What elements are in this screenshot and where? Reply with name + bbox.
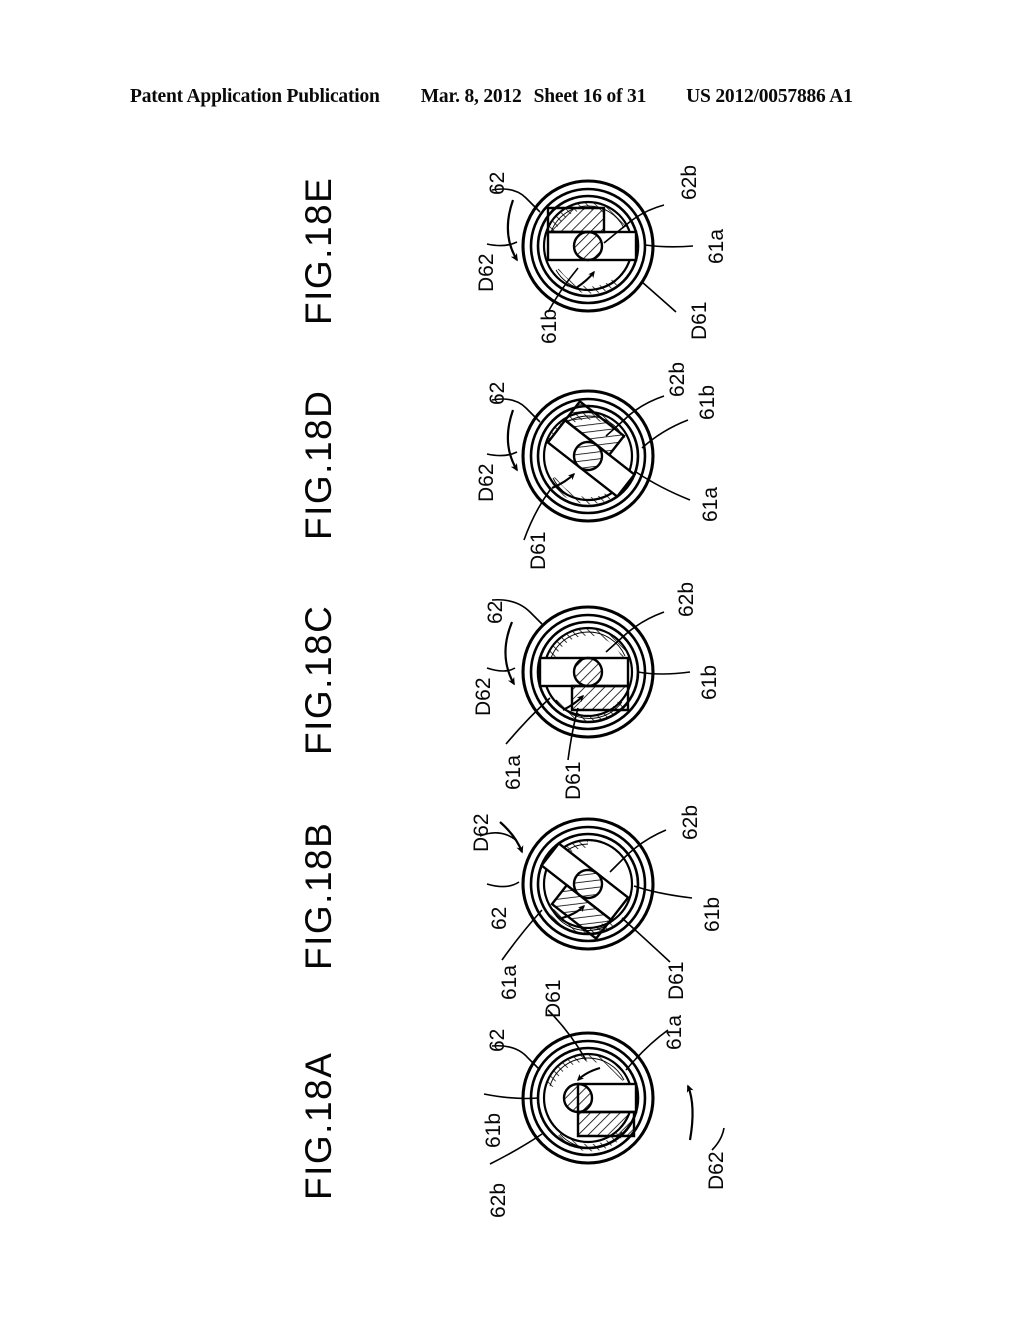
- figure-18b-drawing: [479, 817, 693, 963]
- patent-figure-drawing: [479, 179, 725, 1165]
- fig-18a-ref-outer-ring: 62: [486, 1028, 509, 1052]
- figure-label-18d: FIG.18D: [298, 389, 339, 540]
- fig-18b-ref-inner-arc: 62b: [679, 804, 702, 840]
- fig-18e-ref-outer-ring: 62: [486, 171, 509, 195]
- fig-18b-ref-ring-direction: D62: [470, 813, 493, 852]
- figure-18e-drawing: [486, 179, 694, 313]
- figure-18a-drawing: [483, 1009, 725, 1165]
- fig-18d-ref-shaft: 61b: [696, 384, 719, 420]
- fig-18d-ref-arm-direction: D61: [527, 531, 550, 570]
- figure-label-18a: FIG.18A: [298, 1051, 339, 1200]
- fig-18c-ref-ring-direction: D62: [472, 677, 495, 716]
- fig-18d-ref-inner-arc: 62b: [666, 361, 689, 397]
- fig-18e-ref-arm: 61a: [705, 228, 728, 264]
- fig-18c-ref-arm: 61a: [502, 754, 525, 790]
- fig-18a-ref-shaft: 61b: [482, 1112, 505, 1148]
- fig-18d-ref-outer-ring: 62: [486, 381, 509, 405]
- fig-18e-ref-shaft: 61b: [538, 308, 561, 344]
- fig-18c-ref-inner-arc: 62b: [675, 581, 698, 617]
- drawing-sheet: FIG.18E FIG.18D FIG.18C FIG.18B FIG.18A …: [0, 0, 1024, 1320]
- fig-18e-ref-inner-arc: 62b: [678, 164, 701, 200]
- fig-18e-ref-arm-direction: D61: [688, 301, 711, 340]
- fig-18a-ref-inner-arc: 62b: [487, 1182, 510, 1218]
- figure-label-18e: FIG.18E: [298, 176, 339, 325]
- fig-18d-ref-ring-direction: D62: [475, 463, 498, 502]
- fig-18d-ref-arm: 61a: [699, 486, 722, 522]
- fig-18c-ref-arm-direction: D61: [562, 761, 585, 800]
- fig-18a-ref-arm: 61a: [663, 1014, 686, 1050]
- fig-18a-ref-arm-direction: D61: [542, 979, 565, 1018]
- figure-label-18b: FIG.18B: [298, 821, 339, 970]
- fig-18c-ref-shaft: 61b: [698, 664, 721, 700]
- fig-18b-ref-shaft: 61b: [701, 896, 724, 932]
- fig-18a-ref-ring-direction: D62: [705, 1151, 728, 1190]
- figure-18d-drawing: [486, 389, 691, 541]
- figure-18c-drawing: [486, 598, 691, 761]
- fig-18c-ref-outer-ring: 62: [484, 600, 507, 624]
- figure-label-18c: FIG.18C: [298, 604, 339, 755]
- fig-18e-ref-ring-direction: D62: [475, 253, 498, 292]
- fig-18b-ref-arm-direction: D61: [665, 961, 688, 1000]
- fig-18b-ref-arm: 61a: [498, 964, 521, 1000]
- fig-18b-ref-outer-ring: 62: [488, 906, 511, 930]
